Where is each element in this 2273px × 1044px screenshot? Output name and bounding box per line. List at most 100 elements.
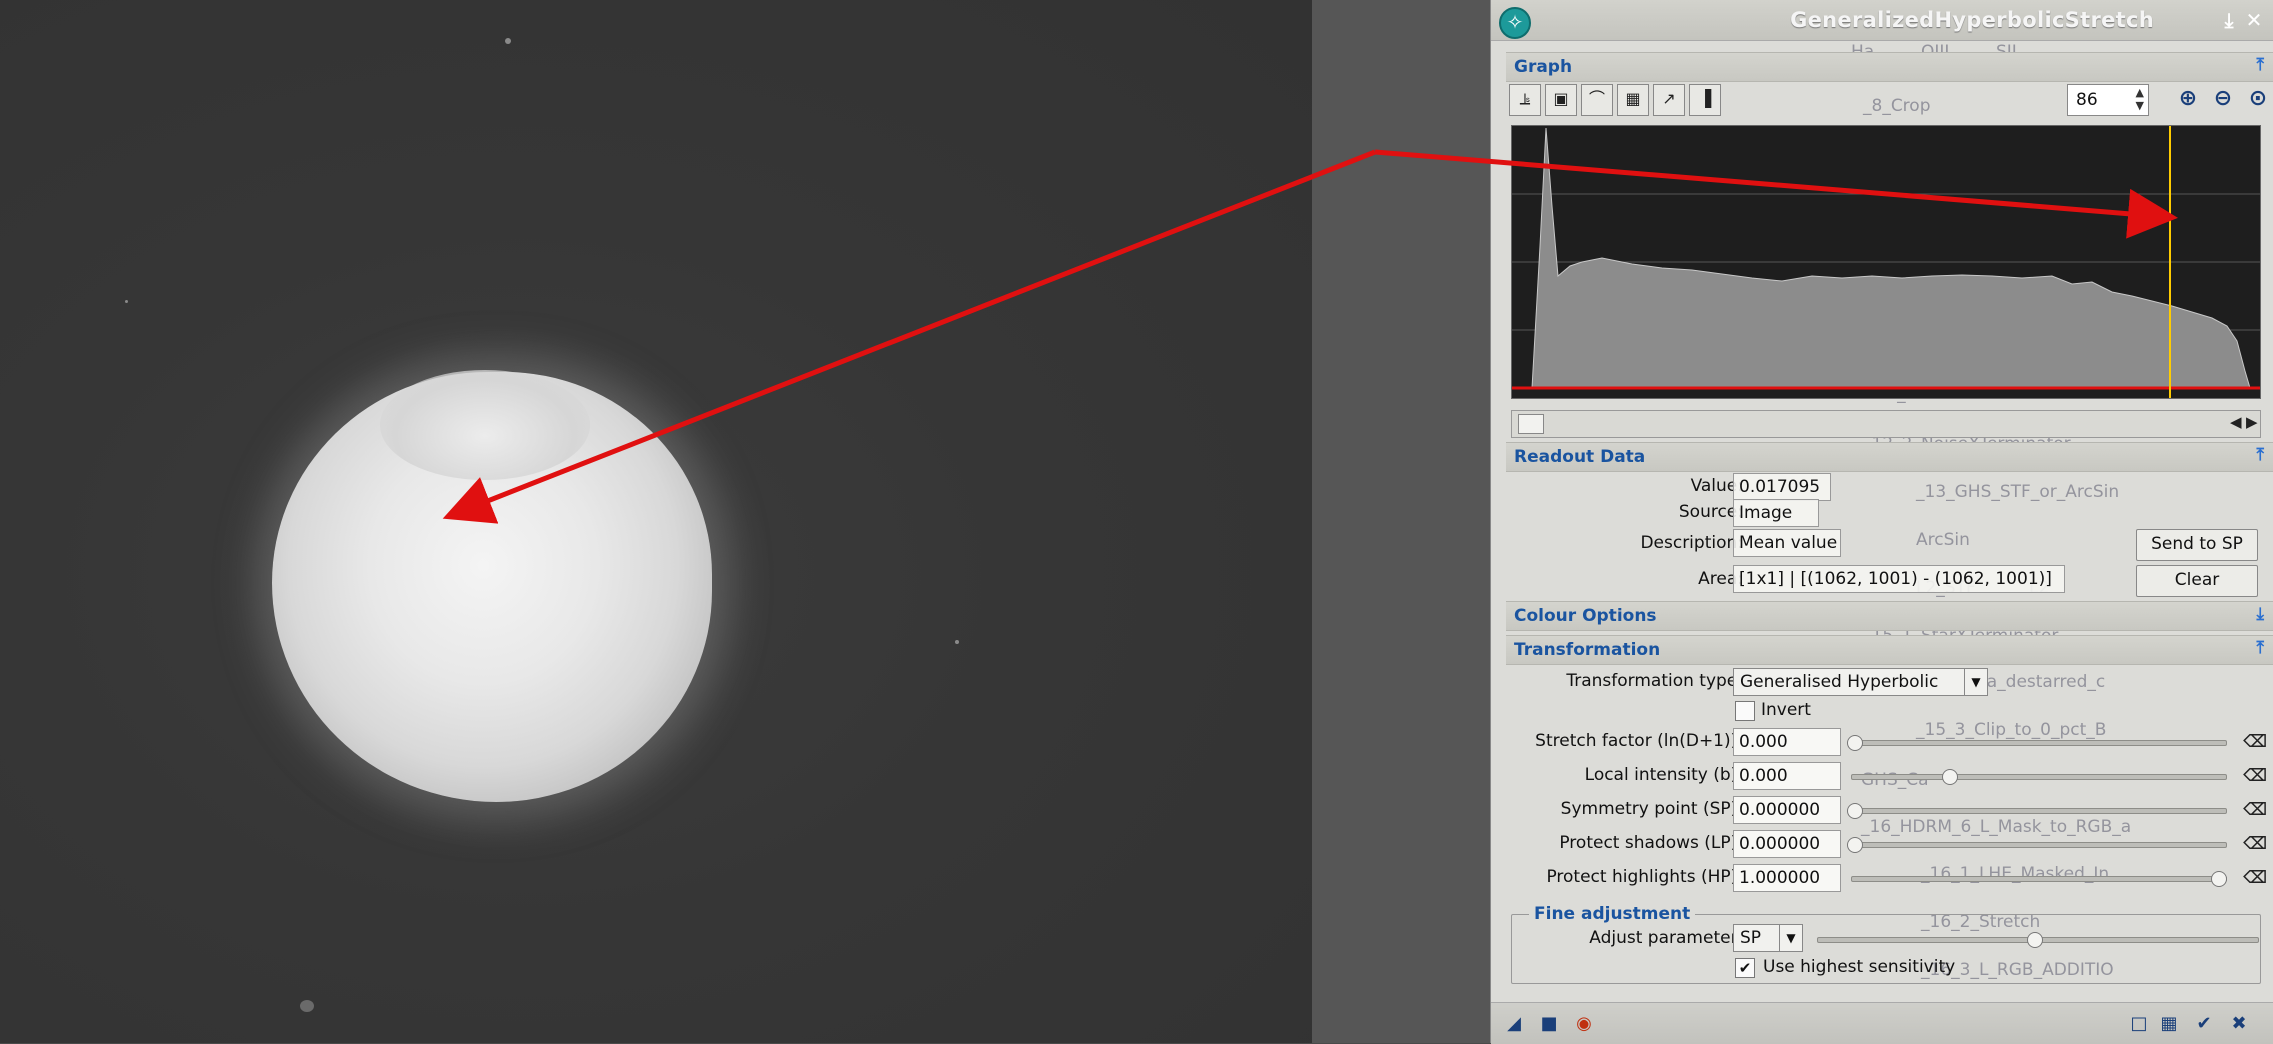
collapse-icon[interactable]: ⤒ xyxy=(2256,55,2264,75)
clear-button[interactable]: Clear xyxy=(2136,565,2258,597)
star xyxy=(505,38,511,44)
parameter-input[interactable]: 0.000 xyxy=(1733,762,1841,790)
collapse-icon[interactable]: ⤒ xyxy=(2256,445,2264,465)
highest-sensitivity-label: Use highest sensitivity xyxy=(1763,957,1956,977)
reset-parameter-icon[interactable]: ⌫ xyxy=(2243,800,2267,820)
parameter-input[interactable]: 0.000 xyxy=(1733,728,1841,756)
process-bottom-bar: ◢ ■ ◉ □ ▦ ✔ ✖ xyxy=(1491,1002,2273,1044)
preview-histogram-icon[interactable]: ▣ xyxy=(1545,84,1577,116)
colour-options-section-title: Colour Options xyxy=(1514,606,1657,626)
parameter-label: Stretch factor (ln(D+1)): xyxy=(1535,731,1743,751)
area-readout: [1x1] | [(1062, 1001) - (1062, 1001)] xyxy=(1733,565,2065,593)
parameter-slider-track[interactable] xyxy=(1851,774,2227,780)
parameter-slider-track[interactable] xyxy=(1851,808,2227,814)
parameter-slider-handle[interactable] xyxy=(1847,837,1863,853)
spin-arrows-icon[interactable]: ▲ ▼ xyxy=(2136,86,2144,112)
apply-global-icon[interactable]: ■ xyxy=(1536,1011,1562,1037)
expand-icon[interactable]: ⤓ xyxy=(2256,604,2264,624)
parameter-slider-track[interactable] xyxy=(1851,842,2227,848)
parameter-input[interactable]: 0.000000 xyxy=(1733,830,1841,858)
parameter-label: Symmetry point (SP): xyxy=(1560,799,1743,819)
new-instance-icon[interactable]: ◢ xyxy=(1501,1011,1527,1037)
shade-icon[interactable]: ⤓ xyxy=(2218,9,2240,31)
parameter-input[interactable]: 0.000000 xyxy=(1733,796,1841,824)
desktop-icon[interactable]: ArcSin xyxy=(1916,530,1970,550)
reset-parameter-icon[interactable]: ⌫ xyxy=(2243,732,2267,752)
adjust-parameter-label: Adjust parameter: xyxy=(1589,928,1743,948)
transformation-section-title: Transformation xyxy=(1514,640,1661,660)
transformation-type-value: Generalised Hyperbolic xyxy=(1740,672,1939,692)
parameter-label: Local intensity (b): xyxy=(1584,765,1743,785)
invert-label: Invert xyxy=(1761,700,1811,720)
desktop-icon[interactable]: _8_Crop xyxy=(1863,96,1931,116)
zoom-out-icon[interactable]: ⊖ xyxy=(2208,84,2238,114)
histogram-plot[interactable] xyxy=(1511,125,2261,399)
reset-parameter-icon[interactable]: ⌫ xyxy=(2243,766,2267,786)
transformation-section-header[interactable]: Transformation ⤒ xyxy=(1506,635,2273,665)
window-title: GeneralizedHyperbolicStretch xyxy=(1790,8,2154,32)
source-label: Source: xyxy=(1678,502,1743,522)
reset-icon[interactable]: ▦ xyxy=(2156,1011,2182,1037)
grid-icon[interactable]: ▦ xyxy=(1617,84,1649,116)
fine-adjust-slider-handle[interactable] xyxy=(2027,932,2043,948)
stretched-histogram-icon[interactable]: ↗ xyxy=(1653,84,1685,116)
histogram-curve xyxy=(1512,127,2260,389)
desktop-icon[interactable]: _16_HDRM_6_L_Mask_to_RGB_a xyxy=(1861,817,2131,837)
adjust-parameter-select[interactable]: SP ▼ xyxy=(1733,924,1803,952)
image-canvas[interactable] xyxy=(0,0,1312,1043)
reset-parameter-icon[interactable]: ⌫ xyxy=(2243,834,2267,854)
desktop-icon[interactable]: GHS_Ca xyxy=(1861,770,1929,790)
ghs-process-window: RedGreenHaOIIISII_8_Crop_9_ABEDBE_10_L_P… xyxy=(1490,0,2273,1044)
zoom-spinbox[interactable]: 86 ▲ ▼ xyxy=(2067,84,2149,116)
reset-parameter-icon[interactable]: ⌫ xyxy=(2243,868,2267,888)
star xyxy=(300,1000,314,1012)
chevron-down-icon: ▼ xyxy=(1964,669,1987,695)
desktop-icon[interactable]: _13_GHS_STF_or_ArcSin xyxy=(1916,482,2119,502)
canvas-gutter xyxy=(1312,0,1490,1043)
chevron-down-icon: ▼ xyxy=(1779,925,1802,951)
star xyxy=(125,300,128,303)
source-readout: Image xyxy=(1733,499,1819,527)
cancel-icon[interactable]: ✖ xyxy=(2226,1011,2252,1037)
parameter-slider-handle[interactable] xyxy=(1847,735,1863,751)
close-icon[interactable]: ✕ xyxy=(2243,9,2265,31)
parameter-label: Protect shadows (LP): xyxy=(1559,833,1743,853)
zoom-value: 86 xyxy=(2076,90,2098,110)
scrollbar-thumb[interactable] xyxy=(1518,414,1544,434)
star xyxy=(955,640,959,644)
fine-adjustment-title: Fine adjustment xyxy=(1529,904,1696,924)
transformation-type-select[interactable]: Generalised Hyperbolic ▼ xyxy=(1733,668,1988,696)
parameter-slider-track[interactable] xyxy=(1851,740,2227,746)
readout-section-title: Readout Data xyxy=(1514,447,1646,467)
description-readout: Mean value xyxy=(1733,529,1841,557)
parameter-slider-track[interactable] xyxy=(1851,876,2227,882)
value-readout: 0.017095 xyxy=(1733,473,1831,501)
zoom-in-icon[interactable]: ⊕ xyxy=(2173,84,2203,114)
collapse-icon[interactable]: ⤒ xyxy=(2256,638,2264,658)
highest-sensitivity-checkbox[interactable]: ✔ xyxy=(1735,958,1755,978)
adjust-parameter-value: SP xyxy=(1740,928,1762,948)
log-scale-toggle-icon[interactable]: ⫡ xyxy=(1509,84,1541,116)
histogram-icon[interactable]: ▐ xyxy=(1689,84,1721,116)
scroll-right-icon[interactable]: ▶ xyxy=(2246,413,2258,431)
transformation-curve-icon[interactable]: ⌒ xyxy=(1581,84,1613,116)
parameter-input[interactable]: 1.000000 xyxy=(1733,864,1841,892)
nebula-lobe xyxy=(380,370,590,480)
apply-icon[interactable]: ✔ xyxy=(2191,1011,2217,1037)
real-time-preview-icon[interactable]: ◉ xyxy=(1571,1011,1597,1037)
parameter-slider-handle[interactable] xyxy=(1847,803,1863,819)
readout-section-header[interactable]: Readout Data ⤒ xyxy=(1506,442,2273,472)
area-label: Area: xyxy=(1698,569,1743,589)
send-to-sp-button[interactable]: Send to SP xyxy=(2136,529,2258,561)
desktop-icon[interactable]: _15_3_Clip_to_0_pct_B xyxy=(1916,720,2106,740)
histogram-scrollbar[interactable]: ◀ ▶ xyxy=(1511,410,2261,438)
graph-section-header[interactable]: Graph ⤒ xyxy=(1506,52,2273,82)
colour-options-section-header[interactable]: Colour Options ⤓ xyxy=(1506,601,2273,631)
invert-checkbox[interactable] xyxy=(1735,701,1755,721)
browse-docs-icon[interactable]: □ xyxy=(2126,1011,2152,1037)
parameter-slider-handle[interactable] xyxy=(1941,769,1958,785)
zoom-fit-icon[interactable]: ⊙ xyxy=(2243,84,2273,114)
window-titlebar[interactable]: ✧ GeneralizedHyperbolicStretch ⤓ ✕ xyxy=(1491,0,2273,41)
scroll-left-icon[interactable]: ◀ xyxy=(2230,413,2242,431)
parameter-slider-handle[interactable] xyxy=(2211,871,2227,887)
